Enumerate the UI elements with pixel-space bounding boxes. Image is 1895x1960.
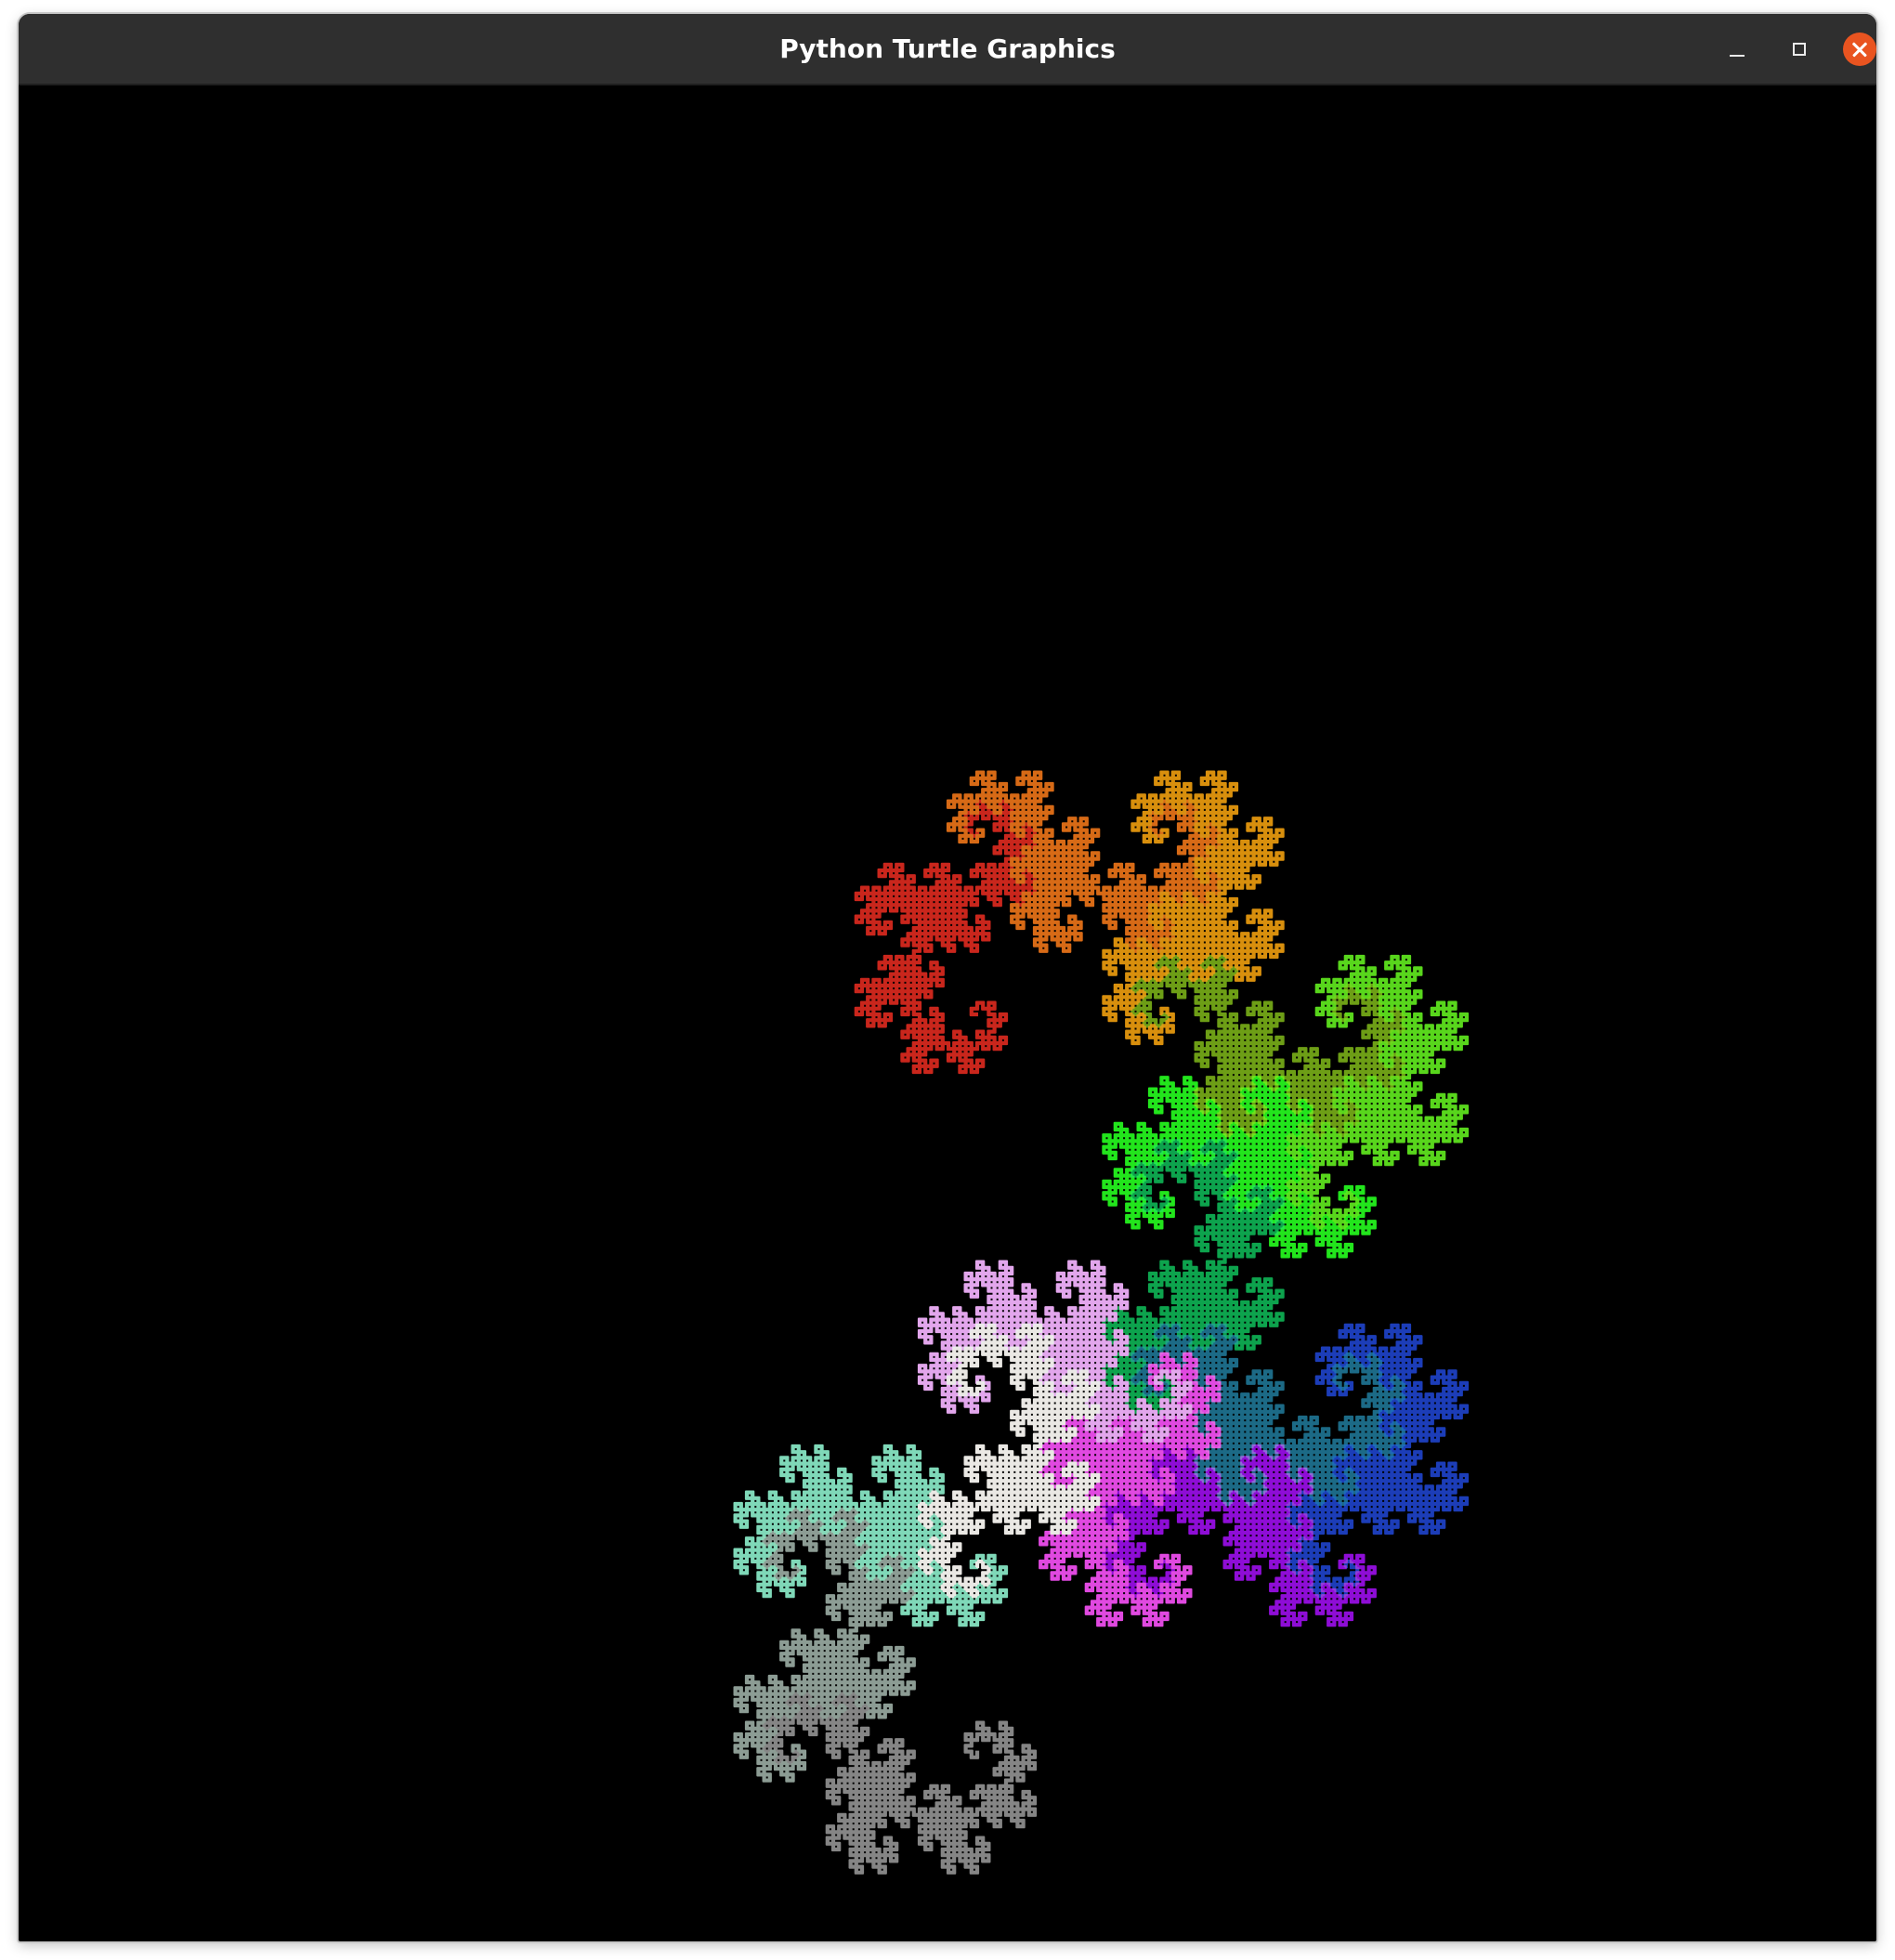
window-title: Python Turtle Graphics [779, 33, 1116, 64]
maximize-button[interactable] [1781, 31, 1818, 68]
fractal-segment [855, 800, 1037, 1074]
turtle-window: Python Turtle Graphics [19, 14, 1876, 1941]
close-button[interactable] [1841, 31, 1876, 68]
minimize-button[interactable] [1719, 31, 1756, 68]
title-bar[interactable]: Python Turtle Graphics [19, 14, 1876, 85]
turtle-canvas[interactable] [20, 85, 1875, 1940]
maximize-icon [1793, 43, 1806, 56]
dragon-curve-drawing [734, 771, 1469, 1874]
minimize-icon [1730, 55, 1745, 57]
fractal-segment [763, 1692, 1037, 1874]
close-icon [1843, 33, 1876, 66]
